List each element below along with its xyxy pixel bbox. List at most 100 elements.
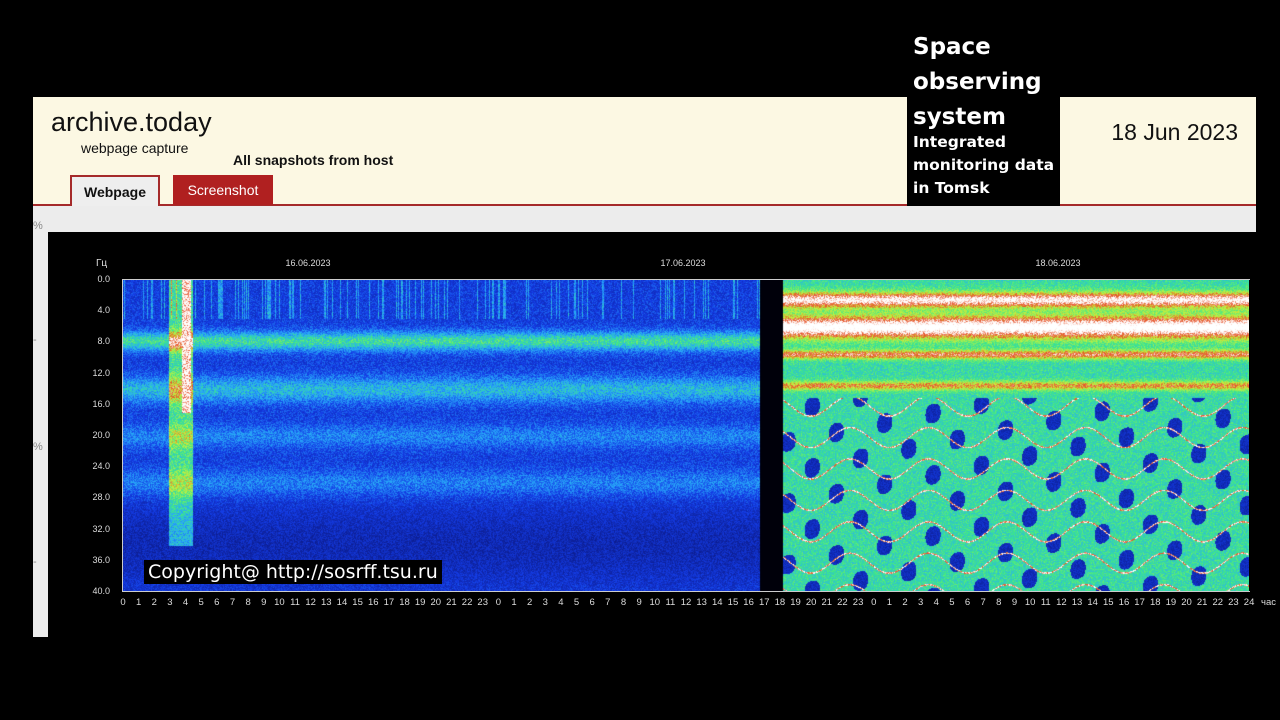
- date-label: 18.06.2023: [1035, 258, 1081, 268]
- x-tick-label: 0: [495, 597, 502, 608]
- x-tick-label: 22: [837, 597, 848, 608]
- capture-date: 18 Jun 2023: [1111, 119, 1238, 145]
- x-tick-label: 13: [696, 597, 707, 608]
- archive-date-panel: 18 Jun 2023: [1060, 97, 1256, 206]
- overlay-subtitle: Integrated monitoring data in Tomsk: [913, 133, 1055, 197]
- archive-logo[interactable]: archive.today: [51, 107, 212, 138]
- x-tick-label: 14: [712, 597, 723, 608]
- x-tick-label: 1: [135, 597, 142, 608]
- x-tick-label: 0: [871, 597, 877, 608]
- y-tick-label: 28.0: [92, 492, 110, 503]
- x-tick-label: 19: [414, 597, 426, 608]
- x-tick-label: 10: [1024, 597, 1036, 608]
- tab-webpage[interactable]: Webpage: [70, 175, 160, 206]
- x-tick-label: 2: [151, 597, 157, 608]
- y-tick-label: 4.0: [97, 305, 110, 316]
- x-tick-label: 15: [352, 597, 363, 608]
- x-tick-label: 12: [305, 597, 316, 608]
- x-tick-label: 17: [758, 597, 770, 608]
- y-tick-label: 40.0: [92, 586, 110, 596]
- x-tick-label: 8: [996, 597, 1002, 608]
- x-tick-label: 12: [680, 597, 692, 608]
- x-tick-label: 11: [290, 597, 300, 608]
- x-tick-label: 14: [1087, 597, 1098, 608]
- x-tick-label: 3: [917, 597, 924, 608]
- x-tick-label: 23: [852, 597, 864, 608]
- x-tick-label: 7: [229, 597, 236, 608]
- x-tick-label: 18: [774, 597, 786, 608]
- archive-header: archive.today webpage capture All snapsh…: [33, 97, 907, 206]
- left-marker: -: [33, 556, 37, 568]
- x-tick-label: 6: [589, 597, 595, 608]
- spectrogram-image: [123, 280, 1249, 592]
- y-tick-label: 36.0: [92, 554, 110, 565]
- x-unit-label: час: [1261, 597, 1276, 608]
- x-tick-label: 18: [1149, 597, 1161, 608]
- x-tick-label: 4: [558, 597, 564, 608]
- left-marker: -: [33, 334, 37, 346]
- y-tick-label: 0.0: [97, 274, 110, 284]
- x-tick-label: 20: [1181, 597, 1192, 608]
- y-tick-label: 32.0: [92, 523, 110, 534]
- x-tick-label: 19: [790, 597, 801, 608]
- tab-screenshot[interactable]: Screenshot: [173, 175, 273, 205]
- x-tick-label: 11: [1040, 597, 1051, 608]
- x-tick-label: 21: [1196, 597, 1208, 608]
- x-tick-label: 4: [933, 597, 939, 608]
- x-tick-label: 6: [214, 597, 220, 608]
- x-tick-label: 7: [980, 597, 986, 608]
- x-tick-label: 4: [182, 597, 189, 608]
- x-tick-label: 12: [1056, 597, 1067, 608]
- y-tick-label: 16.0: [92, 398, 110, 409]
- x-tick-label: 17: [383, 597, 395, 608]
- y-tick-label: 8.0: [97, 336, 110, 347]
- x-tick-label: 20: [430, 597, 442, 608]
- x-tick-label: 13: [321, 597, 332, 608]
- x-tick-label: 5: [949, 597, 955, 608]
- y-tick-label: 12.0: [92, 367, 110, 378]
- x-tick-label: 16: [743, 597, 754, 608]
- x-tick-label: 1: [511, 597, 517, 608]
- overlay-caption: Space observing system Integrated monito…: [907, 28, 1058, 205]
- x-tick-label: 3: [542, 597, 548, 608]
- x-tick-label: 8: [245, 597, 251, 608]
- left-margin: % - % -: [33, 220, 48, 637]
- x-tick-label: 1: [886, 597, 893, 608]
- x-tick-label: 5: [573, 597, 580, 608]
- copyright-notice: Copyright@ http://sosrff.tsu.ru: [144, 560, 442, 584]
- x-tick-label: 21: [821, 597, 833, 608]
- x-tick-label: 21: [446, 597, 457, 608]
- x-tick-label: 20: [805, 597, 817, 608]
- x-tick-label: 19: [1165, 597, 1177, 608]
- x-tick-label: 14: [336, 597, 348, 608]
- x-tick-label: 23: [1228, 597, 1239, 608]
- x-tick-label: 22: [1212, 597, 1224, 608]
- date-label: 17.06.2023: [660, 258, 706, 268]
- overlay-title: Space observing system: [913, 34, 1042, 130]
- x-tick-label: 5: [198, 597, 204, 608]
- toolbar-strip: [33, 206, 1256, 232]
- x-tick-label: 9: [636, 597, 642, 608]
- x-tick-label: 2: [526, 597, 533, 608]
- left-marker: %: [33, 220, 43, 232]
- x-tick-label: 16: [367, 597, 379, 608]
- date-label: 16.06.2023: [285, 258, 331, 268]
- x-tick-label: 6: [964, 597, 971, 608]
- x-tick-label: 16: [1118, 597, 1130, 608]
- x-tick-label: 8: [620, 597, 627, 608]
- archive-subtitle: webpage capture: [81, 140, 189, 156]
- x-tick-label: 15: [1103, 597, 1114, 608]
- x-tick-label: 18: [399, 597, 410, 608]
- x-tick-label: 9: [261, 597, 267, 608]
- x-tick-label: 2: [902, 597, 908, 608]
- x-tick-label: 13: [1071, 597, 1083, 608]
- x-tick-label: 10: [649, 597, 661, 608]
- x-tick-label: 23: [477, 597, 489, 608]
- left-marker: %: [33, 441, 43, 453]
- x-tick-label: 24: [1243, 597, 1255, 608]
- x-tick-label: 0: [120, 597, 126, 608]
- x-tick-label: 17: [1134, 597, 1145, 608]
- y-tick-label: 24.0: [92, 461, 110, 472]
- all-snapshots-link[interactable]: All snapshots from host: [233, 152, 393, 168]
- x-tick-label: 7: [605, 597, 611, 608]
